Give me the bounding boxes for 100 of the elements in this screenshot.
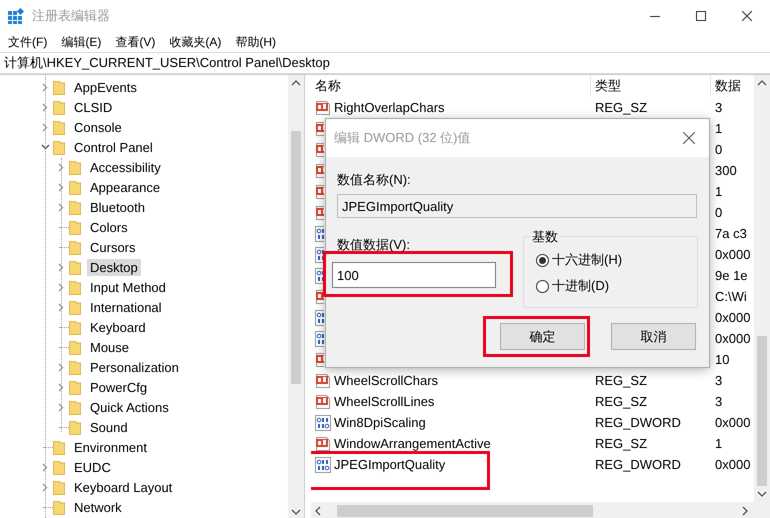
field-label: 数值名称(N): bbox=[337, 171, 412, 189]
value-type: REG_DWORD bbox=[595, 457, 681, 472]
menu-item[interactable]: 收藏夹(A) bbox=[169, 34, 222, 50]
chevron-right-icon[interactable] bbox=[58, 282, 64, 292]
name-field: JPEGImportQuality bbox=[337, 194, 697, 218]
document-icon bbox=[315, 394, 331, 410]
tree-item[interactable]: Accessibility bbox=[87, 158, 164, 176]
dialog-button[interactable]: 取消 bbox=[611, 323, 696, 350]
scroll-thumb[interactable] bbox=[337, 505, 593, 517]
registry-icon bbox=[8, 8, 24, 24]
tree-item[interactable]: Console bbox=[71, 118, 125, 136]
chevron-right-icon[interactable] bbox=[42, 102, 48, 112]
tree-item[interactable]: CLSID bbox=[71, 98, 116, 116]
value-data: 3 bbox=[715, 394, 722, 409]
chevron-right-icon[interactable] bbox=[42, 482, 48, 492]
menu-item[interactable]: 查看(V) bbox=[115, 34, 156, 50]
value-data: 1 bbox=[715, 121, 722, 136]
chevron-right-icon[interactable] bbox=[58, 302, 64, 312]
chevron-down-icon[interactable] bbox=[40, 144, 50, 150]
chevron-right-icon[interactable] bbox=[58, 162, 64, 172]
chevron-right-icon[interactable] bbox=[58, 362, 64, 372]
tree-item[interactable]: Personalization bbox=[87, 358, 182, 376]
binary-icon bbox=[315, 268, 324, 284]
maximize-icon bbox=[696, 11, 706, 21]
binary-icon bbox=[315, 414, 331, 430]
scrollbar[interactable] bbox=[288, 75, 304, 518]
tree-item[interactable]: Network bbox=[71, 498, 125, 516]
tree-item[interactable]: Appearance bbox=[87, 178, 164, 196]
chevron-right-icon[interactable] bbox=[58, 182, 64, 192]
folder-icon bbox=[53, 80, 65, 94]
tree-item[interactable]: Bluetooth bbox=[87, 198, 148, 216]
folder-icon bbox=[69, 320, 81, 334]
tree-item[interactable]: Cursors bbox=[87, 238, 139, 256]
folder-icon bbox=[53, 500, 65, 514]
folder-icon bbox=[69, 180, 81, 194]
tree-item[interactable]: Keyboard Layout bbox=[71, 478, 176, 496]
tree-item[interactable]: PowerCfg bbox=[87, 378, 150, 396]
scrollbar[interactable] bbox=[754, 75, 770, 502]
chevron-right-icon[interactable] bbox=[58, 262, 64, 272]
tree-item[interactable]: Desktop bbox=[87, 258, 141, 276]
value-name[interactable]: Win8DpiScaling bbox=[334, 415, 426, 430]
chevron-right-icon[interactable] bbox=[58, 402, 64, 412]
column-header[interactable]: 类型 bbox=[591, 75, 711, 97]
radio-button[interactable] bbox=[536, 254, 549, 266]
tree-item[interactable]: Keyboard bbox=[87, 318, 149, 336]
value-data: 0x000 bbox=[715, 310, 750, 325]
binary-icon bbox=[315, 246, 324, 262]
scroll-thumb[interactable] bbox=[757, 336, 767, 486]
radio-label[interactable]: 十进制(D) bbox=[552, 277, 610, 295]
value-data: 0x000 bbox=[715, 331, 750, 346]
menu-item[interactable]: 帮助(H) bbox=[235, 34, 276, 50]
value-name[interactable]: WheelScrollChars bbox=[334, 373, 438, 388]
chevron-right-icon[interactable] bbox=[58, 202, 64, 212]
folder-icon bbox=[69, 260, 81, 274]
tree-item[interactable]: EUDC bbox=[71, 458, 114, 476]
folder-icon bbox=[69, 300, 81, 314]
tree-item[interactable]: Mouse bbox=[87, 338, 132, 356]
value-data: 300 bbox=[715, 163, 737, 178]
dialog-button[interactable]: 确定 bbox=[500, 323, 585, 350]
value-data: 10 bbox=[715, 352, 730, 367]
scroll-right-icon[interactable] bbox=[742, 506, 748, 516]
folder-icon bbox=[69, 220, 81, 234]
value-name[interactable]: JPEGImportQuality bbox=[334, 457, 446, 472]
value-data: 7a c3 bbox=[715, 226, 747, 241]
tree-item[interactable]: Quick Actions bbox=[87, 398, 172, 416]
value-type: REG_DWORD bbox=[595, 415, 681, 430]
close-icon bbox=[742, 11, 752, 21]
tree-item[interactable]: International bbox=[87, 298, 165, 316]
folder-icon bbox=[53, 460, 65, 474]
tree-item[interactable]: Control Panel bbox=[71, 138, 156, 156]
menu-item[interactable]: 编辑(E) bbox=[61, 34, 102, 50]
value-name[interactable]: WheelScrollLines bbox=[334, 394, 434, 409]
scroll-left-icon[interactable] bbox=[315, 506, 321, 516]
tree-item[interactable]: Colors bbox=[87, 218, 131, 236]
tree-item[interactable]: AppEvents bbox=[71, 78, 140, 96]
folder-icon bbox=[53, 140, 65, 154]
horizontal-scrollbar[interactable] bbox=[311, 502, 770, 518]
radio-button[interactable] bbox=[536, 280, 549, 292]
column-header[interactable]: 数据 bbox=[711, 75, 753, 97]
value-name[interactable]: RightOverlapChars bbox=[334, 100, 445, 115]
tree-item[interactable]: Input Method bbox=[87, 278, 169, 296]
address-bar[interactable]: 计算机\HKEY_CURRENT_USER\Control Panel\Desktop bbox=[0, 52, 770, 74]
binary-icon bbox=[315, 226, 324, 242]
close-icon[interactable] bbox=[683, 132, 695, 144]
value-field[interactable]: 100 bbox=[332, 262, 496, 288]
scroll-thumb[interactable] bbox=[291, 130, 301, 384]
column-header[interactable]: 名称 bbox=[311, 75, 591, 97]
tree-item[interactable]: Sound bbox=[87, 418, 131, 436]
menu-item[interactable]: 文件(F) bbox=[8, 34, 48, 50]
radio-label[interactable]: 十六进制(H) bbox=[552, 251, 622, 269]
chevron-right-icon[interactable] bbox=[42, 82, 48, 92]
value-type: REG_SZ bbox=[595, 436, 648, 451]
chevron-right-icon[interactable] bbox=[42, 462, 48, 472]
value-type: REG_SZ bbox=[595, 394, 648, 409]
chevron-right-icon[interactable] bbox=[42, 122, 48, 132]
tree-item[interactable]: Environment bbox=[71, 438, 150, 456]
field-label: 数值数据(V): bbox=[337, 236, 411, 254]
value-name[interactable]: WindowArrangementActive bbox=[334, 436, 491, 451]
folder-icon bbox=[53, 440, 65, 454]
chevron-right-icon[interactable] bbox=[58, 382, 64, 392]
